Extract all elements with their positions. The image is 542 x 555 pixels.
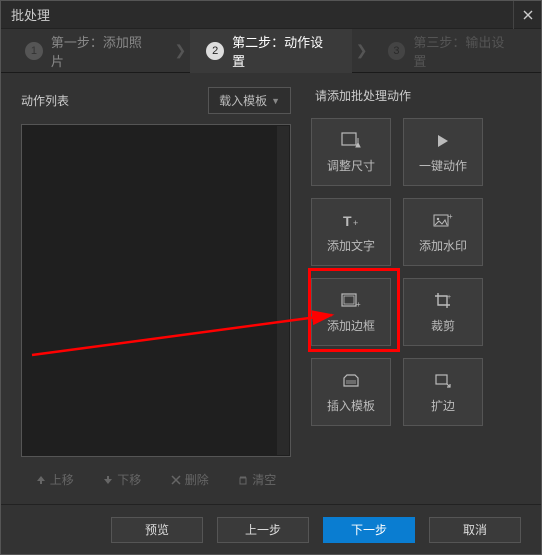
preview-button[interactable]: 预览: [111, 517, 203, 543]
close-icon: [523, 10, 533, 20]
action-list-box[interactable]: [21, 124, 291, 457]
footer: 预览 上一步 下一步 取消: [1, 504, 541, 554]
watermark-icon: +: [433, 211, 453, 231]
cancel-button[interactable]: 取消: [429, 517, 521, 543]
load-template-label: 载入模板: [219, 92, 267, 109]
step-number: 1: [25, 42, 43, 60]
delete-button[interactable]: 删除: [156, 465, 224, 494]
move-up-button[interactable]: 上移: [21, 465, 89, 494]
step-label: 第二步：动作设置: [232, 32, 336, 70]
step-label: 第一步：添加照片: [51, 32, 155, 70]
resize-icon: [341, 131, 361, 151]
right-header: 请添加批处理动作: [311, 87, 521, 104]
svg-text:+: +: [447, 294, 451, 301]
crop-action-button[interactable]: + 裁剪: [403, 278, 483, 346]
action-grid: 调整尺寸 一键动作 T+ 添加文字 +: [311, 118, 521, 426]
move-down-button[interactable]: 下移: [89, 465, 157, 494]
add-border-action-button[interactable]: + 添加边框: [311, 278, 391, 346]
next-button[interactable]: 下一步: [323, 517, 415, 543]
template-icon: [342, 371, 360, 391]
svg-text:+: +: [353, 218, 358, 228]
window-title: 批处理: [11, 5, 50, 24]
svg-text:+: +: [448, 213, 453, 221]
add-watermark-action-button[interactable]: + 添加水印: [403, 198, 483, 266]
clear-icon: [238, 475, 248, 485]
titlebar: 批处理: [1, 1, 541, 29]
step-number: 2: [206, 42, 224, 60]
resize-action-button[interactable]: 调整尺寸: [311, 118, 391, 186]
step-2[interactable]: 2 第二步：动作设置: [190, 29, 352, 73]
extend-action-button[interactable]: 扩边: [403, 358, 483, 426]
content-area: 动作列表 载入模板 ▼ 上移 下: [1, 73, 541, 504]
svg-text:T: T: [343, 213, 352, 229]
load-template-dropdown[interactable]: 载入模板 ▼: [208, 87, 291, 114]
action-list-label: 动作列表: [21, 92, 69, 109]
crop-icon: +: [434, 291, 452, 311]
dialog-window: 批处理 1 第一步：添加照片 ❯ 2 第二步：动作设置 ❯ 3 第三步：输出设置…: [0, 0, 542, 555]
onekey-action-button[interactable]: 一键动作: [403, 118, 483, 186]
clear-button[interactable]: 清空: [224, 465, 292, 494]
border-icon: +: [341, 291, 361, 311]
extend-icon: [434, 371, 452, 391]
step-label: 第三步：输出设置: [413, 32, 517, 70]
insert-template-action-button[interactable]: 插入模板: [311, 358, 391, 426]
add-text-action-button[interactable]: T+ 添加文字: [311, 198, 391, 266]
chevron-down-icon: ▼: [271, 96, 280, 106]
text-icon: T+: [341, 211, 361, 231]
play-icon: [435, 131, 451, 151]
left-column: 动作列表 载入模板 ▼ 上移 下: [21, 87, 291, 494]
delete-icon: [171, 475, 181, 485]
close-button[interactable]: [513, 1, 541, 29]
arrow-down-icon: [103, 475, 113, 485]
right-column: 请添加批处理动作 调整尺寸 一键动作 T+: [311, 87, 521, 494]
step-number: 3: [388, 42, 406, 60]
step-bar: 1 第一步：添加照片 ❯ 2 第二步：动作设置 ❯ 3 第三步：输出设置: [1, 29, 541, 73]
step-3[interactable]: 3 第三步：输出设置: [372, 29, 534, 73]
scrollbar[interactable]: [277, 126, 289, 455]
prev-button[interactable]: 上一步: [217, 517, 309, 543]
list-controls: 上移 下移 删除 清空: [21, 465, 291, 494]
step-1[interactable]: 1 第一步：添加照片: [9, 29, 171, 73]
left-header: 动作列表 载入模板 ▼: [21, 87, 291, 114]
arrow-up-icon: [36, 475, 46, 485]
annotation-arrow: [32, 255, 352, 375]
chevron-right-icon: ❯: [171, 42, 191, 59]
chevron-right-icon: ❯: [352, 42, 372, 59]
svg-text:+: +: [356, 300, 361, 309]
